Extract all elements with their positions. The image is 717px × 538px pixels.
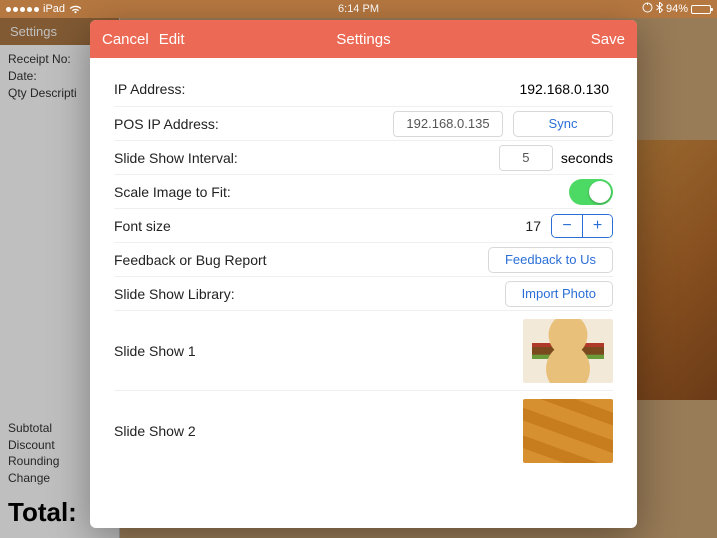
- feedback-label: Feedback or Bug Report: [114, 252, 488, 268]
- row-feedback: Feedback or Bug Report Feedback to Us: [114, 242, 613, 276]
- scale-label: Scale Image to Fit:: [114, 184, 569, 200]
- edit-button[interactable]: Edit: [159, 31, 185, 48]
- settings-modal: Cancel Edit Settings Save IP Address: 19…: [90, 20, 637, 528]
- row-font-size: Font size 17 − +: [114, 208, 613, 242]
- modal-header: Cancel Edit Settings Save: [90, 20, 637, 58]
- font-size-value: 17: [525, 218, 541, 234]
- row-pos-ip: POS IP Address: Sync: [114, 106, 613, 140]
- font-size-stepper: − +: [551, 214, 613, 238]
- status-bar: iPad 6:14 PM 94%: [0, 0, 717, 18]
- interval-suffix: seconds: [561, 150, 613, 166]
- modal-body: IP Address: 192.168.0.130 POS IP Address…: [90, 58, 637, 528]
- save-button[interactable]: Save: [591, 31, 625, 48]
- status-time: 6:14 PM: [338, 3, 379, 15]
- carrier-label: iPad: [43, 3, 65, 15]
- interval-label: Slide Show Interval:: [114, 150, 499, 166]
- wifi-icon: [69, 4, 82, 14]
- slide-2-label: Slide Show 2: [114, 423, 523, 439]
- font-size-increase-button[interactable]: +: [582, 215, 612, 237]
- row-ip-address: IP Address: 192.168.0.130: [114, 72, 613, 106]
- slide-1-label: Slide Show 1: [114, 343, 523, 359]
- row-scale: Scale Image to Fit:: [114, 174, 613, 208]
- font-size-decrease-button[interactable]: −: [552, 215, 582, 237]
- interval-input[interactable]: [499, 145, 553, 171]
- font-size-label: Font size: [114, 218, 525, 234]
- pos-ip-input[interactable]: [393, 111, 503, 137]
- row-slide-2[interactable]: Slide Show 2: [114, 390, 613, 470]
- cancel-button[interactable]: Cancel: [102, 31, 149, 48]
- slide-1-thumbnail: [523, 319, 613, 383]
- slide-2-thumbnail: [523, 399, 613, 463]
- orientation-lock-icon: [642, 2, 653, 16]
- import-photo-button[interactable]: Import Photo: [505, 281, 613, 307]
- row-interval: Slide Show Interval: seconds: [114, 140, 613, 174]
- row-slide-1[interactable]: Slide Show 1: [114, 310, 613, 390]
- pos-ip-label: POS IP Address:: [114, 116, 393, 132]
- battery-pct: 94%: [666, 3, 688, 15]
- scale-toggle[interactable]: [569, 179, 613, 205]
- battery-icon: [691, 5, 711, 14]
- feedback-button[interactable]: Feedback to Us: [488, 247, 613, 273]
- library-label: Slide Show Library:: [114, 286, 505, 302]
- ip-address-label: IP Address:: [114, 81, 519, 97]
- signal-icon: [6, 7, 39, 12]
- ip-address-value: 192.168.0.130: [519, 81, 613, 97]
- sync-button[interactable]: Sync: [513, 111, 613, 137]
- row-library: Slide Show Library: Import Photo: [114, 276, 613, 310]
- modal-title: Settings: [336, 31, 390, 48]
- bluetooth-icon: [656, 2, 663, 16]
